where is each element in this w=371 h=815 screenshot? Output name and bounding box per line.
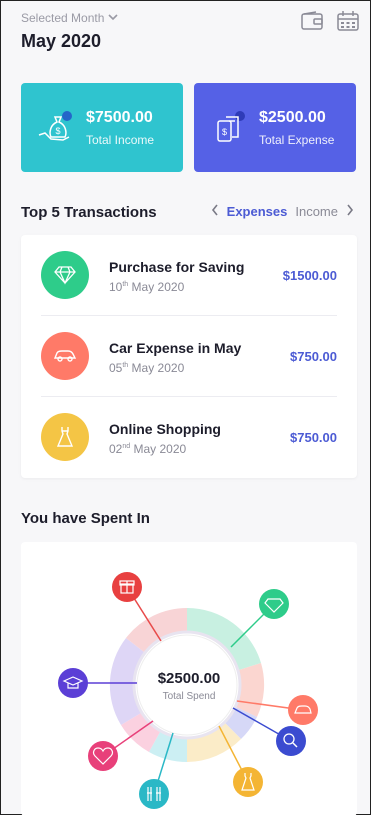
gift-icon[interactable] bbox=[112, 572, 142, 602]
utensils-icon[interactable] bbox=[139, 779, 169, 809]
car-icon[interactable] bbox=[288, 695, 318, 725]
total-spend-amount: $2500.00 bbox=[157, 670, 221, 687]
graduation-cap-icon[interactable] bbox=[58, 668, 88, 698]
diamond-icon[interactable] bbox=[259, 589, 289, 619]
heart-pulse-icon[interactable] bbox=[88, 741, 118, 771]
dress-icon[interactable] bbox=[233, 767, 263, 797]
search-icon[interactable] bbox=[276, 726, 306, 756]
total-spend-label: Total Spend bbox=[162, 691, 216, 702]
